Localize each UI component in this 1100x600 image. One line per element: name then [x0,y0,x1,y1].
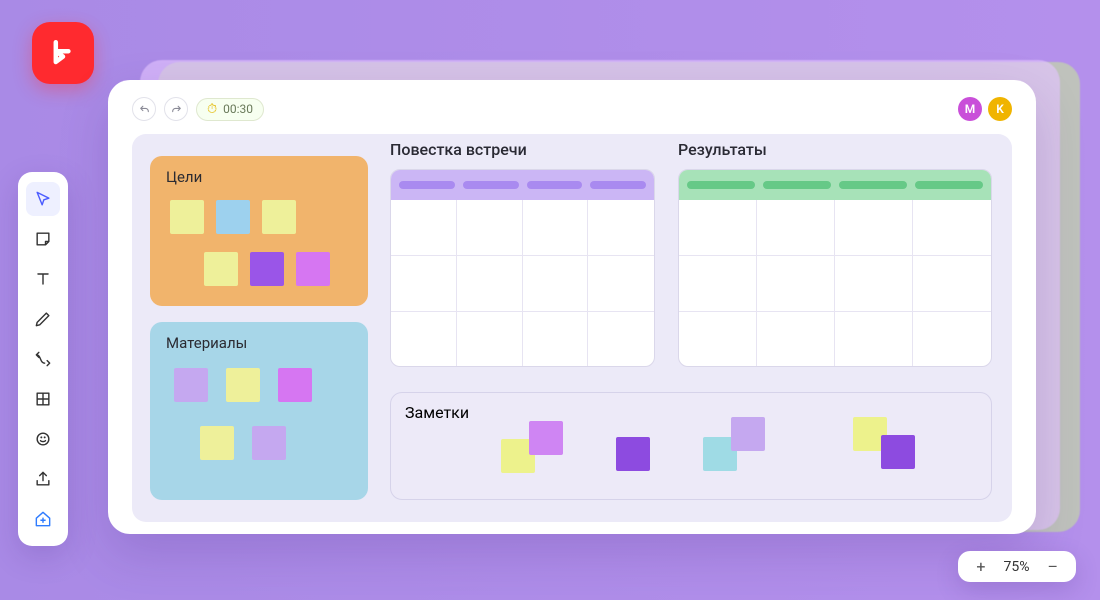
add-frame-tool[interactable] [26,502,60,536]
sticky-note[interactable] [296,252,330,286]
tool-palette [18,172,68,546]
timer-value: 00:30 [223,102,253,116]
stopwatch-icon: ⏱ [207,102,217,117]
sticky-note[interactable] [881,435,915,469]
sticky-tool[interactable] [26,222,60,256]
stamp-tool[interactable] [26,422,60,456]
results-table[interactable] [678,169,992,367]
goals-panel[interactable]: Цели [150,156,368,306]
select-tool[interactable] [26,182,60,216]
text-tool[interactable] [26,262,60,296]
panel-title: Материалы [150,322,368,356]
panel-title: Цели [150,156,368,190]
sticky-note[interactable] [250,252,284,286]
pen-tool[interactable] [26,302,60,336]
table-header [391,170,654,200]
table-grid[interactable] [391,200,654,367]
redo-button[interactable] [164,97,188,121]
materials-panel[interactable]: Материалы [150,322,368,500]
sticky-note[interactable] [170,200,204,234]
zoom-level[interactable]: 75% [1004,559,1030,575]
sticky-note[interactable] [529,421,563,455]
connector-tool[interactable] [26,342,60,376]
zoom-control: + 75% – [958,551,1076,582]
topbar: ⏱ 00:30 M K [132,94,1012,124]
zoom-in-button[interactable]: + [972,557,989,576]
agenda-section: Повестка встречи [390,140,655,380]
frame-tool[interactable] [26,382,60,416]
sticky-note[interactable] [278,368,312,402]
section-label: Повестка встречи [390,140,655,159]
sticky-note[interactable] [226,368,260,402]
sticky-note[interactable] [200,426,234,460]
avatar[interactable]: K [988,97,1012,121]
presence-avatars: M K [958,97,1012,121]
notes-panel[interactable]: Заметки [390,392,992,500]
canvas[interactable]: Цели Материалы Повестка встречи Результа… [132,134,1012,522]
share-tool[interactable] [26,462,60,496]
sticky-note[interactable] [204,252,238,286]
sticky-note[interactable] [731,417,765,451]
table-grid[interactable] [679,200,991,367]
timer-pill[interactable]: ⏱ 00:30 [196,98,264,121]
undo-button[interactable] [132,97,156,121]
sticky-note[interactable] [616,437,650,471]
section-label: Результаты [678,140,992,159]
results-section: Результаты [678,140,992,380]
sticky-note[interactable] [262,200,296,234]
sticky-note[interactable] [252,426,286,460]
app-logo [32,22,94,84]
avatar[interactable]: M [958,97,982,121]
sticky-note[interactable] [174,368,208,402]
table-header [679,170,991,200]
app-window: ⏱ 00:30 M K Цели Материалы Повестка встр… [108,80,1036,534]
panel-title: Заметки [391,393,991,422]
zoom-out-button[interactable]: – [1044,557,1063,576]
agenda-table[interactable] [390,169,655,367]
sticky-note[interactable] [216,200,250,234]
